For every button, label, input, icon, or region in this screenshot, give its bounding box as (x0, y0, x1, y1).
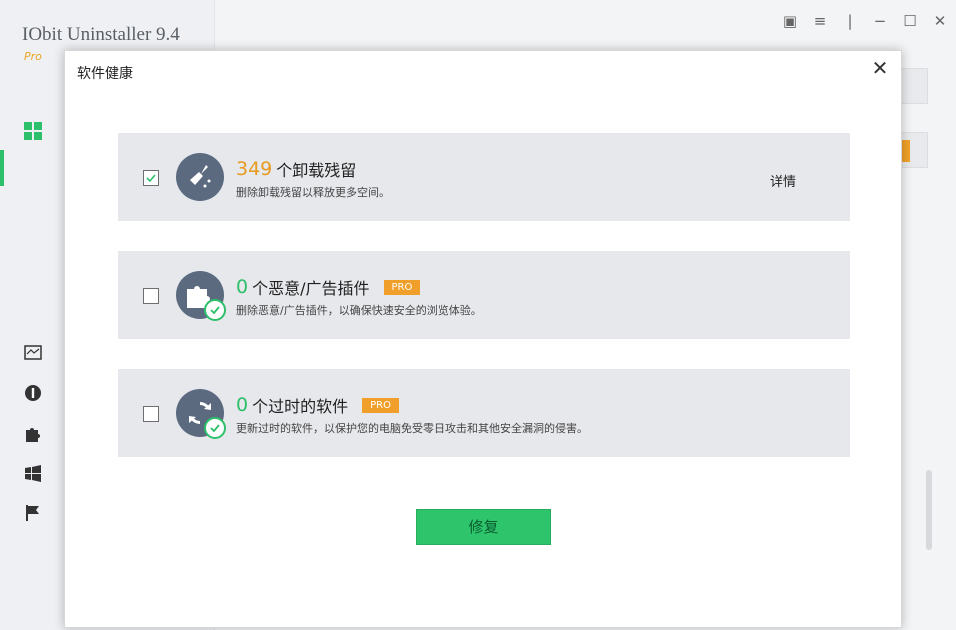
item-malicious-plugins: 0 个恶意/广告插件 PRO 删除恶意/广告插件，以确保快速安全的浏览体验。 (118, 251, 850, 339)
grid-icon (24, 122, 42, 140)
plugins-description: 删除恶意/广告插件，以确保快速安全的浏览体验。 (236, 304, 482, 317)
info-circle-icon (25, 385, 41, 401)
leftovers-count: 349 (236, 158, 273, 180)
sidebar-item-tools[interactable] (24, 424, 42, 446)
sidebar-item-windows-apps[interactable] (24, 464, 42, 486)
plugins-heading: 0 个恶意/广告插件 PRO (236, 275, 421, 299)
menu-icon[interactable]: ≡ (812, 12, 828, 30)
sidebar-item-all-programs[interactable] (24, 122, 42, 144)
plugins-label: 个恶意/广告插件 (252, 279, 370, 298)
broom-icon (176, 153, 224, 201)
outdated-checkbox[interactable] (143, 406, 159, 422)
window-close-icon[interactable]: ✕ (932, 12, 948, 30)
window-controls: ▣ ≡ | − ☐ ✕ (782, 12, 948, 30)
outdated-label: 个过时的软件 (252, 397, 349, 416)
background-scrollbar (926, 470, 932, 550)
windows-icon (25, 465, 41, 482)
outdated-count: 0 (236, 394, 249, 416)
plugins-checkbox[interactable] (143, 288, 159, 304)
check-circle-icon (204, 417, 226, 439)
maximize-icon[interactable]: ☐ (902, 12, 918, 30)
flag-icon (26, 505, 39, 521)
pro-badge: PRO (362, 397, 399, 413)
details-link[interactable]: 详情 (770, 171, 796, 190)
sidebar-item-action-center[interactable] (24, 504, 42, 526)
leftovers-heading: 349 个卸载残留 (236, 157, 356, 181)
leftovers-label: 个卸载残留 (276, 161, 357, 180)
dialog-title: 软件健康 (77, 66, 133, 82)
separator: | (847, 12, 853, 30)
sidebar-item-software-health[interactable] (24, 344, 42, 366)
leftovers-description: 删除卸载残留以释放更多空间。 (236, 186, 390, 199)
plugins-count: 0 (236, 276, 249, 298)
item-outdated-software: 0 个过时的软件 PRO 更新过时的软件，以保护您的电脑免受零日攻击和其他安全漏… (118, 369, 850, 457)
minimize-icon[interactable]: − (872, 12, 888, 30)
app-edition: Pro (24, 50, 42, 63)
outdated-description: 更新过时的软件，以保护您的电脑免受零日攻击和其他安全漏洞的侵害。 (236, 422, 588, 435)
check-circle-icon (204, 299, 226, 321)
pro-badge: PRO (383, 279, 421, 295)
app-title: IObit Uninstaller 9.4 (22, 24, 180, 45)
repair-button[interactable]: 修复 (416, 509, 551, 545)
leftovers-checkbox[interactable] (143, 170, 159, 186)
puzzle-icon (26, 428, 40, 442)
gift-icon[interactable]: ▣ (782, 12, 798, 30)
sidebar-selection-indicator (0, 150, 4, 186)
close-icon[interactable]: ✕ (869, 57, 891, 79)
outdated-heading: 0 个过时的软件 PRO (236, 393, 399, 417)
sidebar-item-software-updater[interactable] (24, 384, 42, 406)
software-health-dialog: 软件健康 ✕ 349 个卸载残留 删除卸载残留以释放更多空间。 详情 0 个恶意… (64, 50, 902, 628)
item-uninstall-leftovers: 349 个卸载残留 删除卸载残留以释放更多空间。 详情 (118, 133, 850, 221)
monitor-icon (24, 345, 42, 360)
